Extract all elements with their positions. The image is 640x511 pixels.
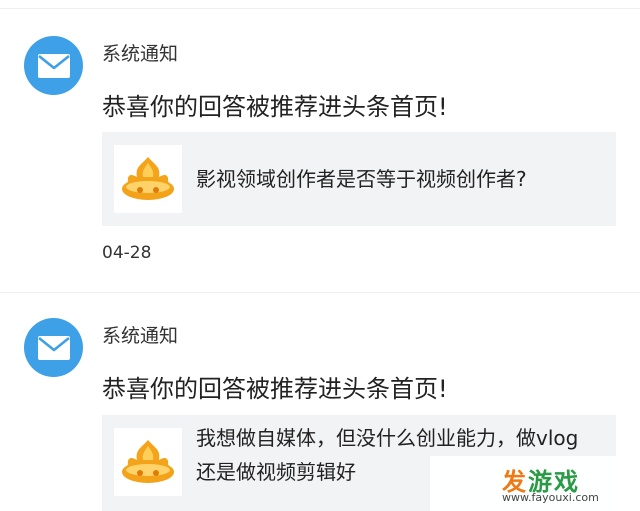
question-card[interactable]: 影视领域创作者是否等于视频创作者? [102,132,616,226]
gold-ingot-icon [122,157,174,200]
question-thumbnail [114,428,182,496]
site-watermark: 发游戏 www.fayouxi.com [430,456,640,511]
notice-date: 04-28 [102,243,152,263]
gold-ingot-icon [122,440,174,483]
notice-headline: 恭喜你的回答被推荐进头条首页! [102,93,448,121]
watermark-url: www.fayouxi.com [502,491,599,504]
system-notice-avatar [24,36,83,95]
system-notice-avatar [24,318,83,377]
sender-name: 系统通知 [102,325,179,347]
question-thumbnail [114,145,182,213]
mail-icon [37,53,70,78]
mail-icon [37,335,70,360]
notice-headline: 恭喜你的回答被推荐进头条首页! [102,375,448,403]
sender-name: 系统通知 [102,43,179,65]
question-title: 影视领域创作者是否等于视频创作者? [196,167,527,191]
notification-item[interactable]: 系统通知 恭喜你的回答被推荐进头条首页! 影视领域创作者是否等于视频创作者? 0… [0,0,640,292]
